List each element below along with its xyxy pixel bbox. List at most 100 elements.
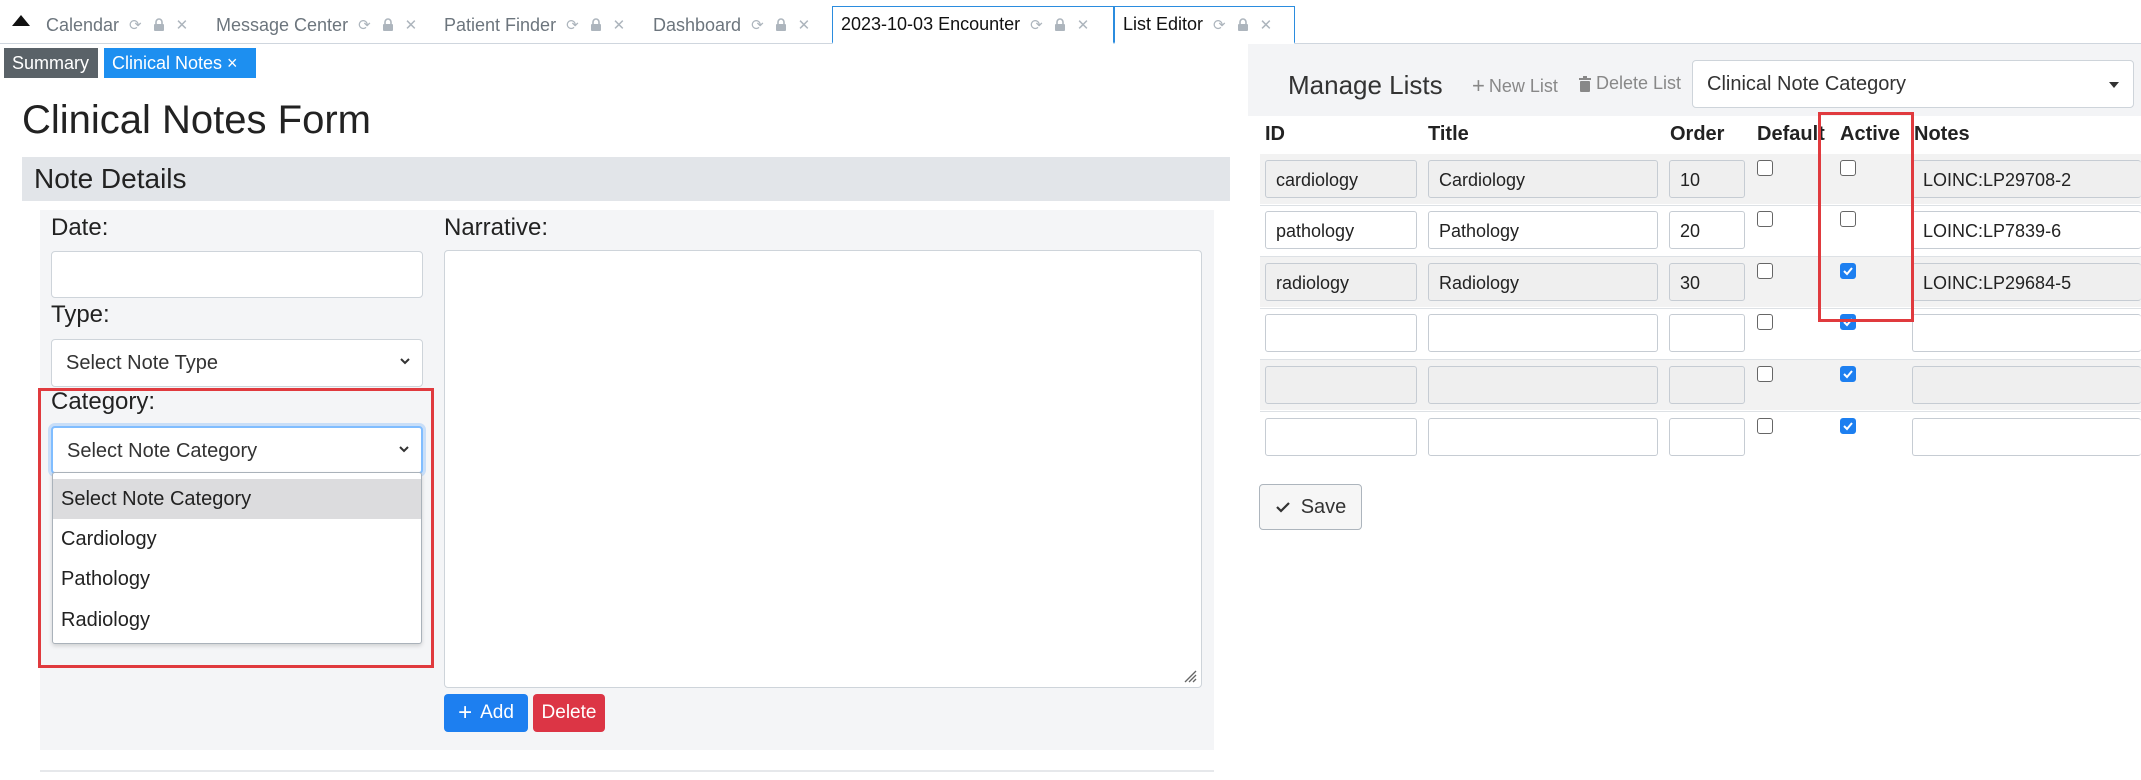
lock-icon[interactable] bbox=[589, 18, 603, 32]
check-icon bbox=[1843, 422, 1853, 431]
refresh-icon[interactable]: ⟳ bbox=[1030, 16, 1043, 34]
check-icon bbox=[1275, 502, 1290, 513]
lock-icon[interactable] bbox=[152, 18, 166, 32]
lock-icon[interactable] bbox=[774, 18, 788, 32]
caret-up-icon[interactable] bbox=[10, 10, 32, 30]
column-header-order: Order bbox=[1670, 123, 1725, 145]
tab-calendar[interactable]: Calendar ⟳ ✕ bbox=[38, 6, 196, 44]
row-divider bbox=[1260, 205, 2141, 206]
refresh-icon[interactable]: ⟳ bbox=[129, 16, 142, 34]
narrative-textarea[interactable] bbox=[444, 250, 1202, 688]
tab-list-editor[interactable]: List Editor ⟳ ✕ bbox=[1114, 6, 1295, 44]
list-select[interactable]: Clinical Note Category bbox=[1692, 60, 2134, 108]
save-button[interactable]: Save bbox=[1259, 484, 1362, 530]
row-title-cell[interactable]: Radiology bbox=[1428, 263, 1658, 301]
type-label: Type: bbox=[51, 301, 110, 328]
column-header-title: Title bbox=[1428, 123, 1469, 145]
close-icon[interactable]: ✕ bbox=[176, 16, 189, 34]
row-title-cell[interactable] bbox=[1428, 314, 1658, 352]
tab-label: Patient Finder bbox=[444, 14, 557, 35]
column-header-default: Default bbox=[1757, 123, 1825, 145]
divider bbox=[40, 770, 1214, 772]
row-notes-cell[interactable] bbox=[1912, 366, 2141, 404]
row-order-cell[interactable] bbox=[1669, 366, 1745, 404]
tab-message-center[interactable]: Message Center ⟳ ✕ bbox=[208, 6, 425, 44]
row-notes-cell[interactable]: LOINC:LP29708-2 bbox=[1912, 160, 2141, 198]
delete-list-button[interactable]: Delete List bbox=[1578, 73, 1681, 94]
row-order-cell[interactable] bbox=[1669, 418, 1745, 456]
tab-patient-finder[interactable]: Patient Finder ⟳ ✕ bbox=[436, 6, 633, 44]
refresh-icon[interactable]: ⟳ bbox=[358, 16, 371, 34]
row-id-cell[interactable] bbox=[1265, 314, 1417, 352]
refresh-icon[interactable]: ⟳ bbox=[751, 16, 764, 34]
check-icon bbox=[1843, 370, 1853, 379]
tab-label: Calendar bbox=[46, 14, 120, 35]
plus-icon: + bbox=[1472, 73, 1485, 98]
row-title-cell[interactable] bbox=[1428, 366, 1658, 404]
subtab-clinical-notes[interactable]: Clinical Notes × bbox=[104, 48, 256, 78]
delete-button[interactable]: Delete bbox=[533, 694, 605, 732]
resize-handle-icon[interactable] bbox=[1183, 669, 1197, 683]
row-notes-cell[interactable] bbox=[1912, 418, 2141, 456]
row-id-cell[interactable]: radiology bbox=[1265, 263, 1417, 301]
plus-icon: + bbox=[458, 699, 473, 726]
tab-label: Dashboard bbox=[653, 14, 742, 35]
row-order-cell[interactable] bbox=[1669, 314, 1745, 352]
tab-label: List Editor bbox=[1123, 14, 1204, 34]
refresh-icon[interactable]: ⟳ bbox=[566, 16, 579, 34]
caret-down-icon bbox=[2109, 82, 2119, 88]
new-list-button[interactable]: + New List bbox=[1472, 73, 1558, 99]
row-order-cell[interactable]: 10 bbox=[1669, 160, 1745, 198]
delete-list-label: Delete List bbox=[1596, 73, 1682, 93]
subtab-summary[interactable]: Summary bbox=[4, 48, 98, 78]
refresh-icon[interactable]: ⟳ bbox=[1213, 16, 1226, 34]
type-select-value: Select Note Type bbox=[66, 352, 218, 374]
row-id-cell[interactable] bbox=[1265, 366, 1417, 404]
active-checkbox-checked[interactable] bbox=[1840, 418, 1856, 434]
lock-icon[interactable] bbox=[1053, 17, 1067, 32]
default-checkbox[interactable] bbox=[1757, 418, 1773, 434]
page-title: Clinical Notes Form bbox=[22, 98, 371, 142]
row-title-cell[interactable]: Cardiology bbox=[1428, 160, 1658, 198]
close-icon[interactable]: ✕ bbox=[798, 16, 811, 34]
row-notes-cell[interactable] bbox=[1912, 314, 2141, 352]
tab-label: 2023-10-03 Encounter bbox=[841, 14, 1021, 34]
add-button-label: Add bbox=[480, 702, 514, 723]
category-highlight-box bbox=[38, 388, 434, 668]
date-label: Date: bbox=[51, 214, 109, 241]
tab-label: Message Center bbox=[216, 14, 349, 35]
row-divider bbox=[1260, 308, 2141, 309]
tab-encounter[interactable]: 2023-10-03 Encounter ⟳ ✕ bbox=[832, 6, 1114, 44]
default-checkbox[interactable] bbox=[1757, 314, 1773, 330]
close-icon[interactable]: ✕ bbox=[405, 16, 418, 34]
row-notes-cell[interactable]: LOINC:LP7839-6 bbox=[1912, 211, 2141, 249]
default-checkbox[interactable] bbox=[1757, 160, 1773, 176]
close-icon[interactable]: ✕ bbox=[613, 16, 626, 34]
save-button-label: Save bbox=[1300, 495, 1347, 518]
close-icon[interactable]: ✕ bbox=[1077, 16, 1090, 34]
date-input[interactable] bbox=[51, 251, 423, 298]
default-checkbox[interactable] bbox=[1757, 366, 1773, 382]
tab-dashboard[interactable]: Dashboard ⟳ ✕ bbox=[645, 6, 818, 44]
close-icon[interactable]: ✕ bbox=[1260, 16, 1273, 34]
new-list-label: New List bbox=[1488, 75, 1558, 96]
row-id-cell[interactable] bbox=[1265, 418, 1417, 456]
lock-icon[interactable] bbox=[1236, 17, 1250, 32]
row-title-cell[interactable] bbox=[1428, 418, 1658, 456]
type-select[interactable]: Select Note Type bbox=[51, 339, 423, 387]
active-column-highlight-box bbox=[1818, 112, 1914, 322]
row-id-cell[interactable]: pathology bbox=[1265, 211, 1417, 249]
narrative-label: Narrative: bbox=[444, 214, 549, 241]
row-order-cell[interactable]: 30 bbox=[1669, 263, 1745, 301]
row-notes-cell[interactable]: LOINC:LP29684-5 bbox=[1912, 263, 2141, 301]
default-checkbox[interactable] bbox=[1757, 211, 1773, 227]
lock-icon[interactable] bbox=[381, 18, 395, 32]
row-title-cell[interactable]: Pathology bbox=[1428, 211, 1658, 249]
row-id-cell[interactable]: cardiology bbox=[1265, 160, 1417, 198]
row-divider bbox=[1260, 411, 2141, 412]
default-checkbox[interactable] bbox=[1757, 263, 1773, 279]
chevron-down-icon bbox=[400, 358, 410, 365]
add-button[interactable]: + Add bbox=[444, 694, 528, 732]
row-order-cell[interactable]: 20 bbox=[1669, 211, 1745, 249]
active-checkbox-checked[interactable] bbox=[1840, 366, 1856, 382]
